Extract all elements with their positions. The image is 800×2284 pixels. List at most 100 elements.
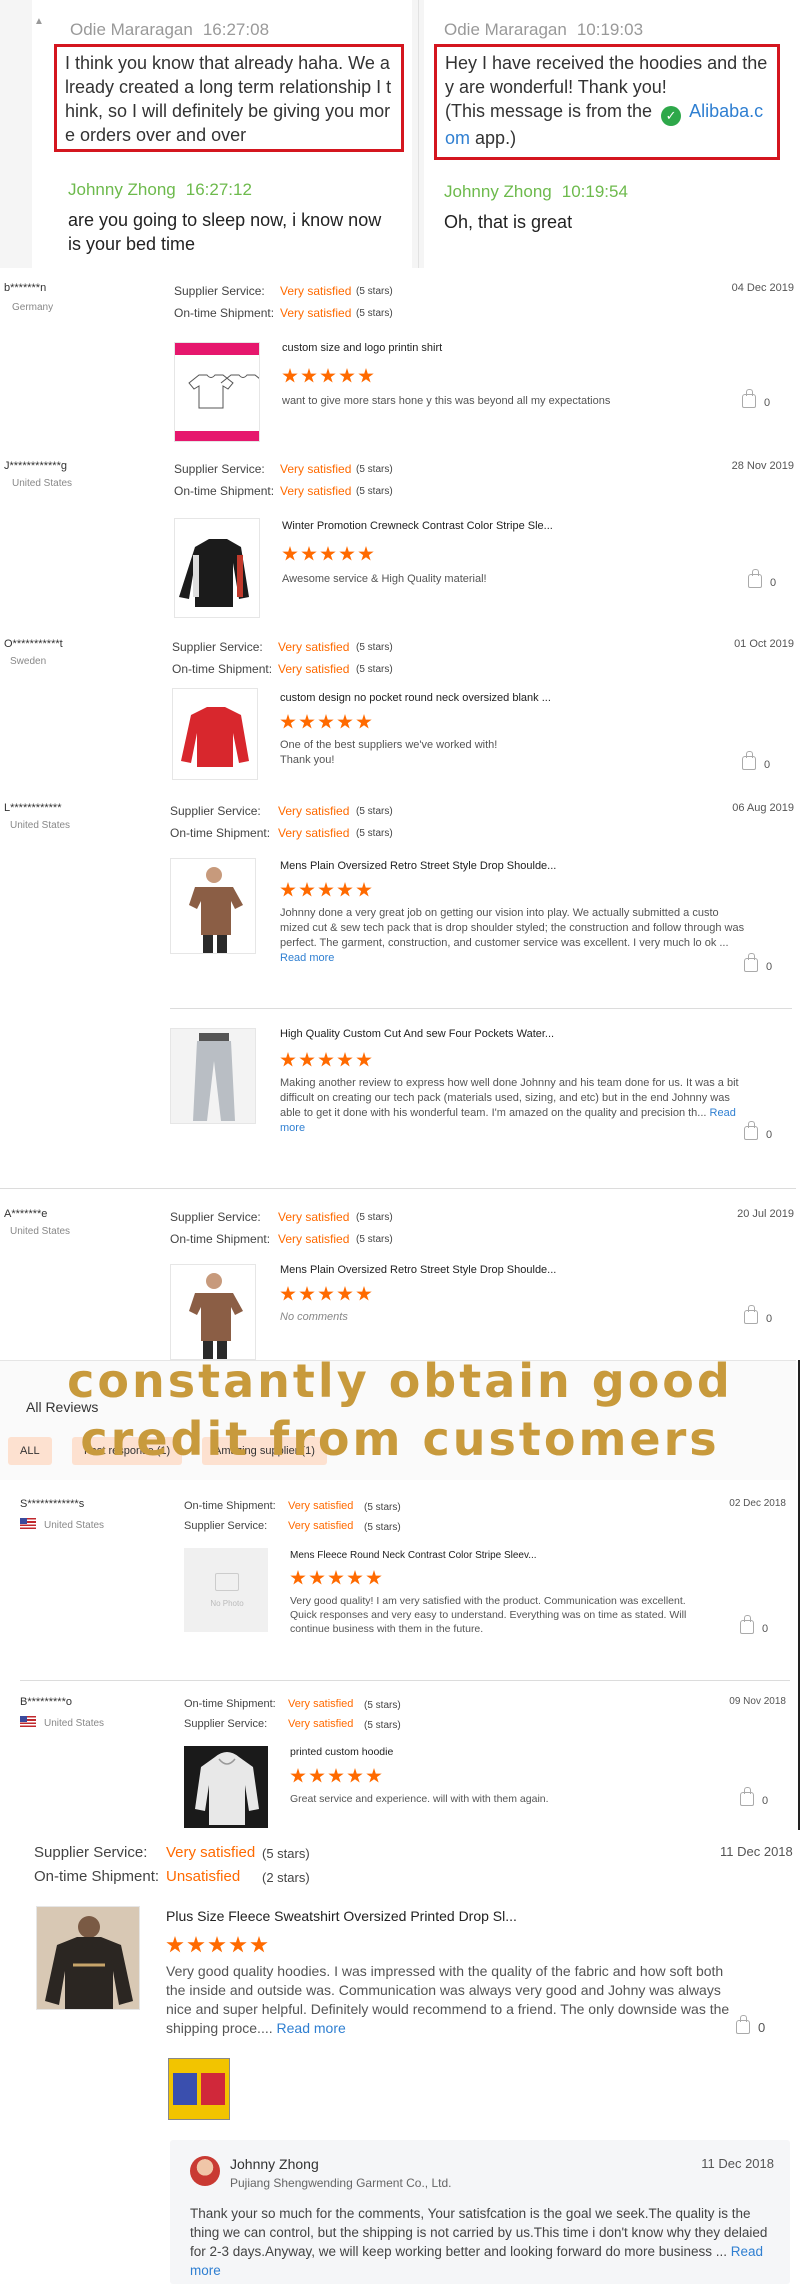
like-button[interactable]: 0	[744, 953, 794, 973]
hoodie-image	[195, 1752, 259, 1825]
review-photo-thumbnail[interactable]	[168, 2058, 230, 2120]
like-button[interactable]: 0	[744, 1305, 794, 1325]
product-thumbnail[interactable]	[36, 1906, 140, 2010]
supplier-service-rating: Very satisfied	[288, 1520, 354, 1532]
thumbs-up-icon	[742, 389, 756, 408]
product-title[interactable]: Mens Plain Oversized Retro Street Style …	[280, 860, 556, 872]
buyer-name: J************g	[4, 460, 67, 472]
review-text: Very good quality hoodies. I was impress…	[166, 1962, 732, 2038]
product-thumbnail[interactable]	[172, 688, 258, 780]
like-button[interactable]: 0	[744, 1121, 794, 1141]
read-more-link[interactable]: Read more	[280, 952, 334, 964]
product-thumbnail[interactable]	[170, 1264, 256, 1360]
stars-count: (5 stars)	[364, 1720, 401, 1731]
product-thumbnail[interactable]	[174, 518, 260, 618]
message-text: I think you know that already haha. We a…	[65, 53, 392, 145]
rating-stars	[280, 1286, 375, 1307]
review-text: Great service and experience. will with …	[290, 1793, 549, 1805]
rating-stars	[280, 882, 375, 903]
message-meta: Johnny Zhong 10:19:54	[444, 182, 628, 202]
review-text: want to give more stars hone y this was …	[282, 395, 611, 407]
collapse-icon[interactable]: ▲	[34, 16, 44, 27]
rating-stars	[290, 1768, 385, 1789]
supplier-service-rating: Very satisfied	[280, 462, 352, 476]
supplier-service-rating: Very satisfied	[278, 804, 350, 818]
rating-stars	[280, 1052, 375, 1073]
check-circle-icon: ✓	[661, 106, 682, 126]
supplier-reply: Johnny Zhong Pujiang Shengwending Garmen…	[170, 2140, 790, 2284]
product-title[interactable]: custom design no pocket round neck overs…	[280, 692, 551, 704]
shipment-label: On-time Shipment:	[184, 1698, 276, 1710]
like-count: 0	[762, 1795, 769, 1807]
product-title[interactable]: Mens Plain Oversized Retro Street Style …	[280, 1264, 556, 1276]
shipment-label: On-time Shipment:	[170, 1232, 271, 1246]
like-count: 0	[764, 397, 771, 409]
stars-count: (5 stars)	[364, 1522, 401, 1533]
shipment-label: On-time Shipment:	[174, 484, 275, 498]
buyer-country: United States	[10, 1226, 71, 1237]
review-item: A*******e United States Supplier Service…	[0, 1208, 800, 1360]
review-item: B*********o United States On-time Shipme…	[0, 1696, 800, 1828]
product-title[interactable]: Winter Promotion Crewneck Contrast Color…	[282, 520, 553, 532]
product-title[interactable]: Plus Size Fleece Sweatshirt Oversized Pr…	[166, 1908, 517, 1924]
stars-count: (5 stars)	[356, 1234, 393, 1245]
supplier-service-label: Supplier Service:	[174, 462, 265, 476]
buyer-name: b*******n	[4, 282, 47, 294]
review-item-expanded: Supplier Service: Very satisfied (5 star…	[0, 1840, 800, 2140]
supplier-service-rating: Very satisfied	[288, 1718, 354, 1730]
like-button[interactable]: 0	[742, 751, 792, 771]
chat-divider	[418, 0, 419, 268]
promo-headline-line-1: constantly obtain good	[67, 1354, 733, 1408]
stars-count: (5 stars)	[356, 828, 393, 839]
product-title[interactable]: High Quality Custom Cut And sew Four Poc…	[280, 1028, 554, 1040]
divider	[170, 1008, 792, 1009]
review-date: 06 Aug 2019	[732, 802, 794, 814]
stars-count: (5 stars)	[356, 806, 393, 817]
like-button[interactable]: 0	[736, 2015, 786, 2035]
message-meta: Odie Mararagan 16:27:08	[70, 20, 269, 40]
shipment-rating: Very satisfied	[280, 306, 352, 320]
supplier-service-label: Supplier Service:	[184, 1520, 268, 1532]
message-meta: Johnny Zhong 16:27:12	[68, 180, 252, 200]
rating-stars	[280, 714, 375, 735]
review-date: 02 Dec 2018	[729, 1498, 786, 1509]
product-title[interactable]: Mens Fleece Round Neck Contrast Color St…	[290, 1550, 537, 1561]
product-thumbnail[interactable]	[174, 342, 260, 442]
like-button[interactable]: 0	[742, 389, 792, 409]
review-date: 09 Nov 2018	[729, 1696, 786, 1707]
review-text: No comments	[280, 1311, 348, 1323]
like-button[interactable]: 0	[740, 1787, 790, 1807]
chat-screenshot: ▲ Odie Mararagan 16:27:08 I think you kno…	[0, 0, 800, 268]
shipment-rating: Very satisfied	[288, 1500, 354, 1512]
highlighted-message: I think you know that already haha. We a…	[54, 44, 404, 152]
review-item: L************ United States Supplier Ser…	[0, 802, 800, 1188]
read-more-link[interactable]: Read more	[277, 2020, 346, 2036]
reply-author: Johnny Zhong	[230, 2156, 319, 2172]
product-thumbnail[interactable]	[170, 1028, 256, 1124]
product-thumbnail[interactable]	[184, 1746, 268, 1828]
supplier-service-label: Supplier Service:	[34, 1844, 148, 1861]
buyer-country: United States	[20, 1716, 104, 1729]
tshirt-image	[188, 374, 259, 409]
stars-count: (5 stars)	[356, 486, 393, 497]
stars-count: (5 stars)	[356, 1212, 393, 1223]
thumbs-up-icon	[742, 751, 756, 770]
product-title[interactable]: printed custom hoodie	[290, 1746, 393, 1758]
review-body: Very good quality hoodies. I was impress…	[166, 1963, 730, 2036]
message-time: 10:19:54	[561, 182, 628, 201]
like-button[interactable]: 0	[740, 1615, 790, 1635]
rating-stars	[290, 1570, 385, 1591]
sweatshirt-image	[181, 707, 249, 767]
thumbs-up-icon	[744, 953, 758, 972]
stars-count: (5 stars)	[364, 1700, 401, 1711]
shipment-label: On-time Shipment:	[184, 1500, 276, 1512]
message-text: Oh, that is great	[444, 212, 573, 232]
like-button[interactable]: 0	[748, 569, 798, 589]
like-count: 0	[762, 1623, 769, 1635]
product-title[interactable]: custom size and logo printin shirt	[282, 342, 442, 354]
buyer-country: United States	[12, 478, 73, 489]
product-thumbnail[interactable]	[170, 858, 256, 954]
shipment-label: On-time Shipment:	[174, 306, 275, 320]
like-count: 0	[758, 2020, 766, 2035]
review-item: b*******n Germany Supplier Service: Very…	[0, 282, 800, 452]
